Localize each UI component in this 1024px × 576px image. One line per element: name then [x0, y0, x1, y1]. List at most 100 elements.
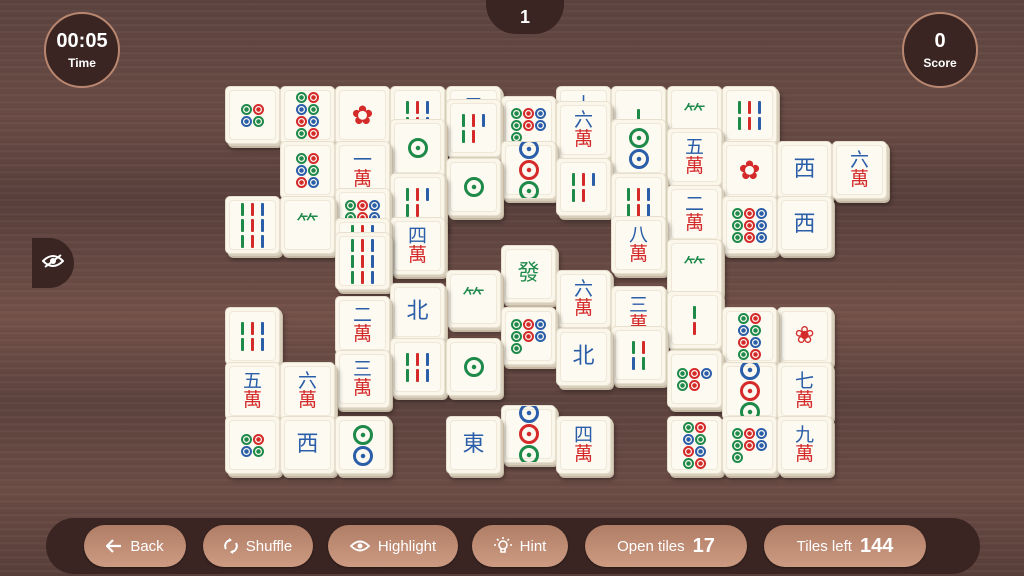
dot-icon — [738, 348, 749, 360]
mahjong-tile-dots-8[interactable] — [667, 416, 722, 474]
mahjong-tile-east-wind[interactable]: 東 — [446, 416, 501, 474]
shuffle-label: Shuffle — [245, 537, 293, 555]
bamboo-stick-icon — [416, 100, 419, 114]
bamboo-stick-icon — [406, 352, 409, 366]
mahjong-tile-bamboo-2[interactable] — [667, 291, 722, 349]
bamboo-stick-icon — [241, 218, 244, 232]
mahjong-tile-dots-8[interactable] — [722, 307, 777, 365]
mahjong-tile-dots-7[interactable] — [501, 307, 556, 365]
bamboo-stick-icon — [426, 100, 429, 114]
dot-icon — [308, 176, 319, 188]
mahjong-tile-dots-9[interactable] — [722, 196, 777, 254]
mahjong-tile-characters-6[interactable]: 六萬 — [556, 101, 611, 159]
bamboo-stick-icon — [647, 203, 650, 217]
bamboo-stick-icon — [261, 337, 264, 351]
mahjong-tile-bamboo-5[interactable] — [446, 99, 501, 157]
bamboo-stick-icon — [361, 238, 364, 252]
bamboo-stick-icon — [738, 116, 741, 130]
mahjong-tile-dots-5[interactable] — [667, 350, 722, 408]
highlight-label: Highlight — [377, 537, 437, 555]
mahjong-tile-bamboo-6[interactable] — [722, 86, 777, 144]
dot-icon — [738, 336, 749, 348]
mahjong-tile-dots-2[interactable] — [335, 416, 390, 474]
mahjong-tile-characters-4[interactable]: 四萬 — [390, 217, 445, 275]
bamboo-stick-icon — [758, 116, 761, 130]
mahjong-tile-characters-5[interactable]: 五萬 — [225, 362, 280, 420]
bamboo-stick-icon — [572, 188, 575, 202]
mahjong-tile-dots-4[interactable] — [225, 416, 280, 474]
wan-character: 萬 — [849, 168, 869, 190]
mahjong-tile-west-wind[interactable]: 西 — [777, 141, 832, 199]
mahjong-tile-bamboo-5[interactable] — [556, 158, 611, 216]
mahjong-tile-bamboo-4[interactable] — [611, 326, 666, 384]
mahjong-tile-west-wind[interactable]: 西 — [280, 416, 335, 474]
mahjong-tile-bamboo-6[interactable] — [390, 338, 445, 396]
dot-icon — [511, 318, 522, 330]
mahjong-tile-characters-4[interactable]: 四萬 — [556, 416, 611, 474]
mahjong-tile-flower-chrysanthemum[interactable]: ✿ — [722, 141, 777, 199]
mahjong-tile-west-wind[interactable]: 西 — [777, 196, 832, 254]
bamboo-stick-icon — [632, 356, 635, 370]
mahjong-tile-characters-7[interactable]: 七萬 — [777, 362, 832, 420]
dot-icon — [750, 336, 761, 348]
mahjong-tile-dots-1[interactable] — [446, 338, 501, 396]
mahjong-tile-dots-7[interactable] — [722, 416, 777, 474]
shuffle-button[interactable]: Shuffle — [203, 525, 313, 567]
dot-icon — [535, 318, 546, 330]
mahjong-tile-characters-9[interactable]: 九萬 — [777, 416, 832, 474]
mahjong-tile-dots-1[interactable] — [390, 119, 445, 177]
mahjong-tile-season-bamboo[interactable]: ⺮ — [280, 196, 335, 254]
tiles-left-value: 144 — [859, 534, 894, 557]
bamboo-stick-icon — [371, 270, 374, 284]
bamboo-stick-icon — [351, 238, 354, 252]
hint-button[interactable]: Hint — [472, 525, 568, 567]
dot-icon — [683, 457, 694, 469]
mahjong-tile-dots-1[interactable] — [446, 158, 501, 216]
dot-icon — [511, 107, 522, 119]
dot-icon — [750, 324, 761, 336]
bamboo-stick-icon — [241, 337, 244, 351]
bamboo-stick-icon — [637, 187, 640, 201]
mahjong-tile-characters-2[interactable]: 二萬 — [667, 185, 722, 243]
mahjong-tile-dots-8[interactable] — [280, 86, 335, 144]
mahjong-tile-dots-4[interactable] — [225, 86, 280, 144]
bamboo-stick-icon — [693, 321, 696, 335]
wan-character: 萬 — [628, 243, 648, 265]
mahjong-tile-characters-5[interactable]: 五萬 — [667, 128, 722, 186]
wind-character: 西 — [793, 157, 816, 182]
mahjong-tile-flower-plum[interactable]: ❀ — [777, 307, 832, 365]
bamboo-stick-icon — [637, 203, 640, 217]
mahjong-tile-characters-3[interactable]: 三萬 — [335, 350, 390, 408]
mahjong-tile-bamboo-9[interactable] — [335, 232, 390, 290]
mahjong-tile-dots-3[interactable] — [501, 405, 556, 463]
back-button[interactable]: Back — [84, 525, 186, 567]
mahjong-tile-green-dragon[interactable]: 發 — [501, 245, 556, 303]
mahjong-tile-dots-3[interactable] — [501, 141, 556, 199]
mahjong-tile-characters-6[interactable]: 六萬 — [832, 141, 887, 199]
mahjong-tile-characters-6[interactable]: 六萬 — [280, 362, 335, 420]
wan-character: 萬 — [794, 443, 814, 465]
mahjong-tile-flower-chrysanthemum[interactable]: ✿ — [335, 86, 390, 144]
mahjong-tile-characters-6[interactable]: 六萬 — [556, 270, 611, 328]
dot-icon — [369, 199, 380, 211]
dot-icon — [308, 103, 319, 115]
mahjong-tile-bamboo-6[interactable] — [225, 307, 280, 365]
dot-icon — [308, 127, 319, 139]
highlight-button[interactable]: Highlight — [328, 525, 458, 567]
mahjong-tile-dots-3[interactable] — [722, 362, 777, 420]
dot-icon — [628, 148, 649, 169]
mahjong-tile-characters-2[interactable]: 二萬 — [335, 296, 390, 354]
mahjong-tile-dots-6[interactable] — [280, 141, 335, 199]
mahjong-tile-dots-2[interactable] — [611, 119, 666, 177]
dot-icon — [511, 342, 522, 354]
mahjong-tile-bamboo-9[interactable] — [225, 196, 280, 254]
mahjong-tile-north-wind[interactable]: 北 — [556, 328, 611, 386]
bamboo-stick-icon — [642, 340, 645, 354]
bamboo-stick-icon — [482, 113, 485, 127]
mahjong-tile-bamboo-plant[interactable]: ⺮ — [446, 270, 501, 328]
bamboo-stick-icon — [351, 254, 354, 268]
bamboo-stick-icon — [416, 352, 419, 366]
mahjong-tile-characters-8[interactable]: 八萬 — [611, 216, 666, 274]
mahjong-tile-bamboo-plant[interactable]: ⺮ — [667, 239, 722, 297]
mahjong-tile-north-wind[interactable]: 北 — [390, 283, 445, 341]
